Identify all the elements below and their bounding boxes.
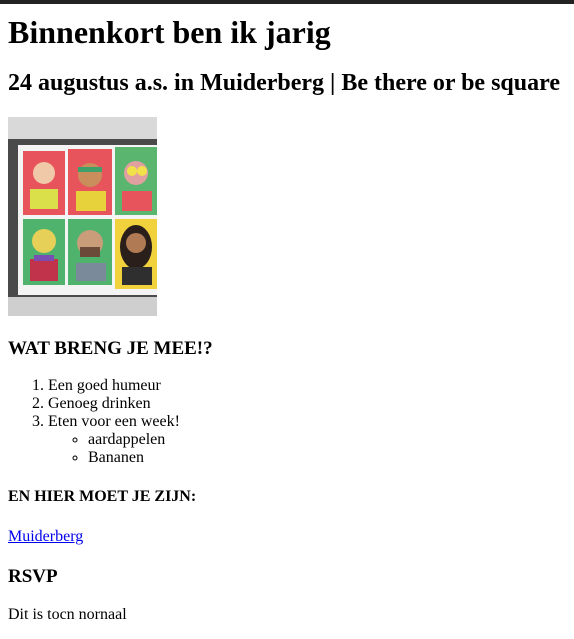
page-title: Binnenkort ben ik jarig bbox=[8, 14, 331, 50]
food-sublist: aardappelen Bananen bbox=[48, 431, 180, 467]
top-bar bbox=[0, 0, 574, 4]
portraits-photo-art bbox=[8, 117, 157, 316]
portraits-photo bbox=[8, 117, 157, 316]
food-item-bananen: Bananen bbox=[88, 449, 180, 467]
bring-item-eten-label: Eten voor een week! bbox=[48, 413, 180, 430]
page-subtitle: 24 augustus a.s. in Muiderberg | Be ther… bbox=[8, 70, 560, 96]
bring-item-humeur: Een goed humeur bbox=[48, 377, 180, 395]
bring-heading: WAT BRENG JE MEE!? bbox=[8, 338, 213, 359]
location-heading: EN HIER MOET JE ZIJN: bbox=[8, 488, 197, 505]
bring-list: Een goed humeur Genoeg drinken Eten voor… bbox=[8, 377, 180, 467]
rsvp-text: Dit is tocn nornaal bbox=[8, 606, 127, 623]
food-item-aardappelen: aardappelen bbox=[88, 431, 180, 449]
bring-item-eten: Eten voor een week! aardappelen Bananen bbox=[48, 413, 180, 467]
rsvp-heading: RSVP bbox=[8, 566, 58, 587]
muiderberg-link[interactable]: Muiderberg bbox=[8, 528, 83, 546]
bring-item-drinken: Genoeg drinken bbox=[48, 395, 180, 413]
